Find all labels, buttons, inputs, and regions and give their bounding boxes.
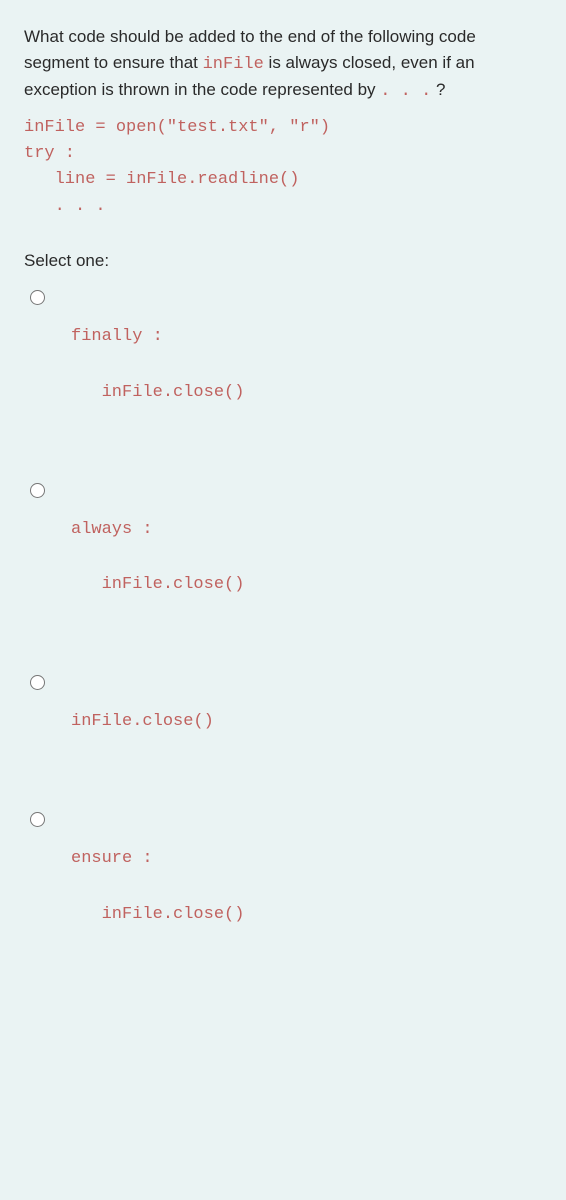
code-block: inFile = open("test.txt", "r") try : lin… (24, 115, 542, 220)
option-4-body: ensure : inFile.close() (71, 845, 244, 927)
radio-4[interactable] (30, 809, 45, 835)
radio-3[interactable] (30, 672, 45, 698)
option-2-body: always : inFile.close() (71, 516, 244, 598)
option-4-line2: inFile.close() (71, 905, 244, 924)
question-inline-code: inFile (203, 55, 264, 74)
option-1-line1: finally : (71, 327, 163, 346)
question-dots: . . . (380, 82, 431, 101)
option-3-line1: inFile.close() (71, 712, 214, 731)
select-one-label: Select one: (24, 248, 542, 274)
option-3-body: inFile.close() (71, 708, 214, 735)
radio-input-3[interactable] (30, 675, 45, 690)
question-text: What code should be added to the end of … (24, 24, 542, 105)
option-1[interactable]: finally : inFile.close() (24, 287, 542, 405)
radio-1[interactable] (30, 287, 45, 313)
radio-input-1[interactable] (30, 290, 45, 305)
radio-2[interactable] (30, 480, 45, 506)
option-1-line2: inFile.close() (71, 383, 244, 402)
radio-input-4[interactable] (30, 812, 45, 827)
option-2-line2: inFile.close() (71, 575, 244, 594)
option-2[interactable]: always : inFile.close() (24, 476, 542, 598)
options-container: finally : inFile.close() always : inFile… (24, 287, 542, 997)
option-4-line1: ensure : (71, 849, 153, 868)
radio-input-2[interactable] (30, 483, 45, 498)
question-suffix: ? (431, 80, 445, 99)
option-4[interactable]: ensure : inFile.close() (24, 805, 542, 927)
option-1-body: finally : inFile.close() (71, 323, 244, 405)
option-3[interactable]: inFile.close() (24, 668, 542, 735)
option-2-line1: always : (71, 520, 153, 539)
